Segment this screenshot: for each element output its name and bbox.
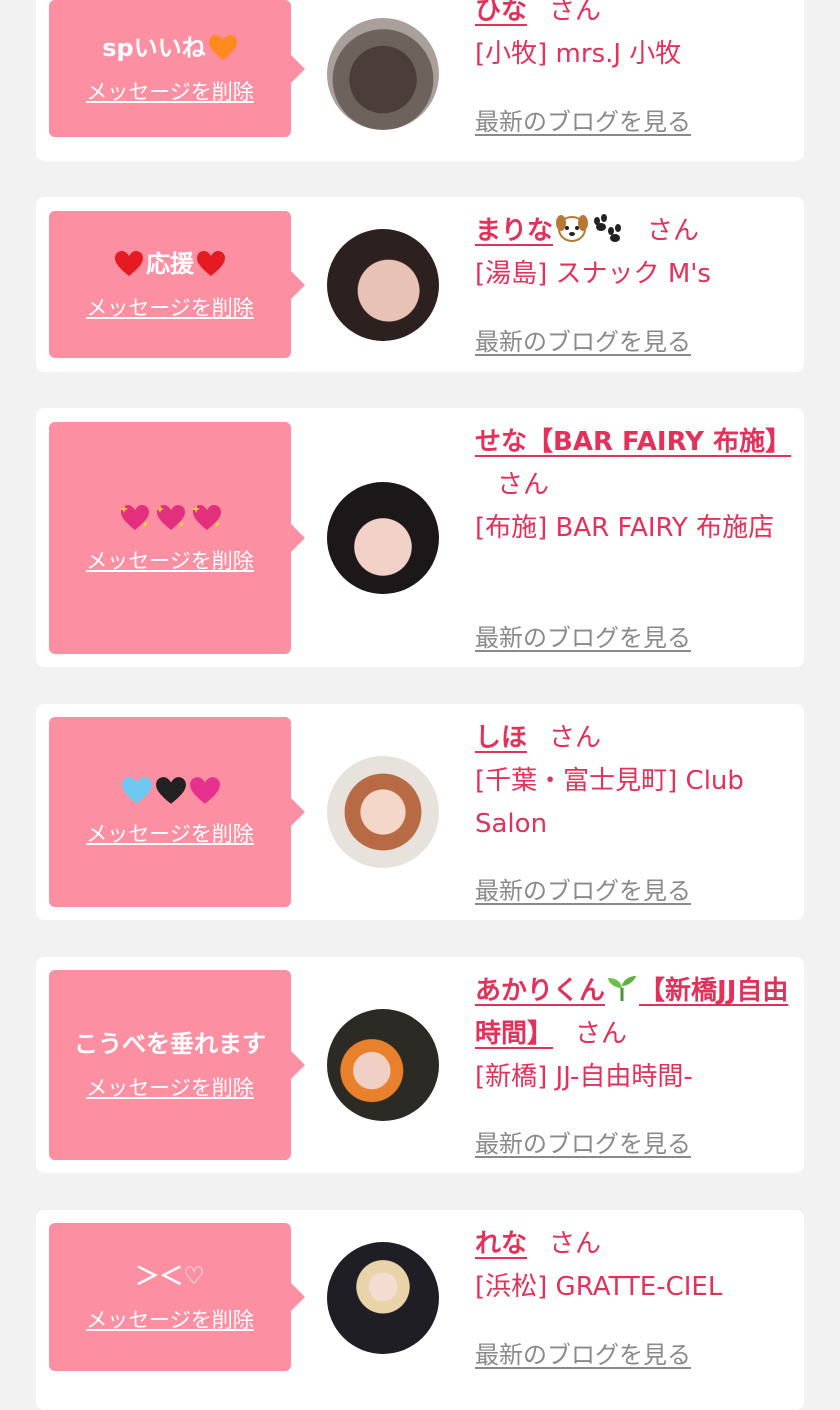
message-card: spいいね メッセージを削除 ひな さん [小牧] mrs.J 小牧 最新のブログ… bbox=[36, 0, 804, 161]
message-bubble: メッセージを削除 bbox=[49, 717, 305, 907]
sparkling-heart-icon bbox=[190, 501, 224, 533]
avatar[interactable] bbox=[327, 229, 439, 341]
shop-name: [千葉・富士見町] Club Salon bbox=[475, 766, 744, 839]
message-bubble: ＞＜♡ メッセージを削除 bbox=[49, 1223, 305, 1371]
orange-heart-icon bbox=[208, 34, 238, 62]
cast-name-link[interactable]: せな【BAR FAIRY 布施】 bbox=[475, 427, 791, 457]
delete-message-link[interactable]: メッセージを削除 bbox=[86, 292, 254, 322]
shop-name: [湯島] スナック M's bbox=[475, 259, 711, 289]
avatar[interactable] bbox=[327, 1242, 439, 1354]
sparkling-heart-icon bbox=[154, 501, 188, 533]
avatar[interactable] bbox=[327, 482, 439, 594]
delete-message-link[interactable]: メッセージを削除 bbox=[86, 545, 254, 575]
latest-blog-link[interactable]: 最新のブログを見る bbox=[475, 102, 691, 137]
red-heart-icon bbox=[196, 250, 226, 278]
pink-heart-icon bbox=[189, 776, 221, 806]
name-line: あかりくん 【新橋JJ自由時間】 さん bbox=[475, 976, 789, 1049]
latest-blog-link[interactable]: 最新のブログを見る bbox=[475, 1124, 691, 1159]
cast-name-link[interactable]: しほ bbox=[475, 723, 527, 753]
delete-message-link[interactable]: メッセージを削除 bbox=[86, 818, 254, 848]
avatar[interactable] bbox=[327, 1009, 439, 1121]
sparkling-heart-icon bbox=[118, 501, 152, 533]
light-blue-heart-icon bbox=[121, 776, 153, 806]
latest-blog-link[interactable]: 最新のブログを見る bbox=[475, 618, 691, 653]
seedling-icon bbox=[605, 974, 639, 1002]
red-heart-icon bbox=[114, 250, 144, 278]
cast-name-link[interactable]: あかりくん 【新橋JJ自由時間】 bbox=[475, 976, 788, 1049]
message-card: 応援 メッセージを削除 まりな さん [湯島] スナック M's 最新のブログを見… bbox=[36, 197, 804, 372]
message-card: こうべを垂れます メッセージを削除 あかりくん 【新橋JJ自由時間】 さん [新橋]… bbox=[36, 957, 804, 1173]
message-bubble: spいいね メッセージを削除 bbox=[49, 0, 305, 137]
cast-name-link[interactable]: まりな bbox=[475, 213, 589, 246]
black-heart-icon bbox=[155, 776, 187, 806]
message-bubble: こうべを垂れます メッセージを削除 bbox=[49, 970, 305, 1160]
name-line: せな【BAR FAIRY 布施】さん bbox=[475, 427, 792, 500]
message-text: spいいね bbox=[102, 32, 237, 64]
cast-name-link[interactable]: れな bbox=[475, 1229, 527, 1259]
message-bubble: メッセージを削除 bbox=[49, 422, 305, 654]
shop-name: [布施] BAR FAIRY 布施店 bbox=[475, 513, 775, 543]
message-text: こうべを垂れます bbox=[74, 1030, 266, 1058]
shop-name: [新橋] JJ-自由時間- bbox=[475, 1062, 693, 1092]
message-bubble: 応援 メッセージを削除 bbox=[49, 211, 305, 358]
message-text bbox=[119, 776, 221, 806]
delete-message-link[interactable]: メッセージを削除 bbox=[86, 1304, 254, 1334]
delete-message-link[interactable]: メッセージを削除 bbox=[86, 1072, 254, 1102]
latest-blog-link[interactable]: 最新のブログを見る bbox=[475, 322, 691, 357]
latest-blog-link[interactable]: 最新のブログを見る bbox=[475, 871, 691, 906]
name-line: れな さん bbox=[475, 1229, 602, 1259]
latest-blog-link[interactable]: 最新のブログを見る bbox=[475, 1335, 691, 1370]
avatar[interactable] bbox=[327, 756, 439, 868]
name-line: ひな さん bbox=[475, 0, 793, 33]
dog-face-icon bbox=[555, 213, 589, 243]
name-line: しほ さん bbox=[475, 723, 602, 753]
delete-message-link[interactable]: メッセージを削除 bbox=[86, 76, 254, 106]
message-card: ＞＜♡ メッセージを削除 れな さん [浜松] GRATTE-CIEL 最新のブロ… bbox=[36, 1210, 804, 1410]
message-text: 応援 bbox=[114, 248, 226, 280]
message-card: メッセージを削除 しほ さん [千葉・富士見町] Club Salon 最新のブロ… bbox=[36, 704, 804, 920]
message-text: ＞＜♡ bbox=[135, 1262, 205, 1290]
paw-prints-icon bbox=[589, 213, 625, 243]
name-line: まりな さん bbox=[475, 210, 793, 253]
message-text bbox=[116, 501, 224, 533]
shop-name: [小牧] mrs.J 小牧 bbox=[475, 39, 682, 69]
cast-name-link[interactable]: ひな bbox=[475, 0, 527, 26]
shop-name: [浜松] GRATTE-CIEL bbox=[475, 1272, 723, 1302]
avatar[interactable] bbox=[327, 18, 439, 130]
message-card: メッセージを削除 せな【BAR FAIRY 布施】さん [布施] BAR FAI… bbox=[36, 408, 804, 667]
